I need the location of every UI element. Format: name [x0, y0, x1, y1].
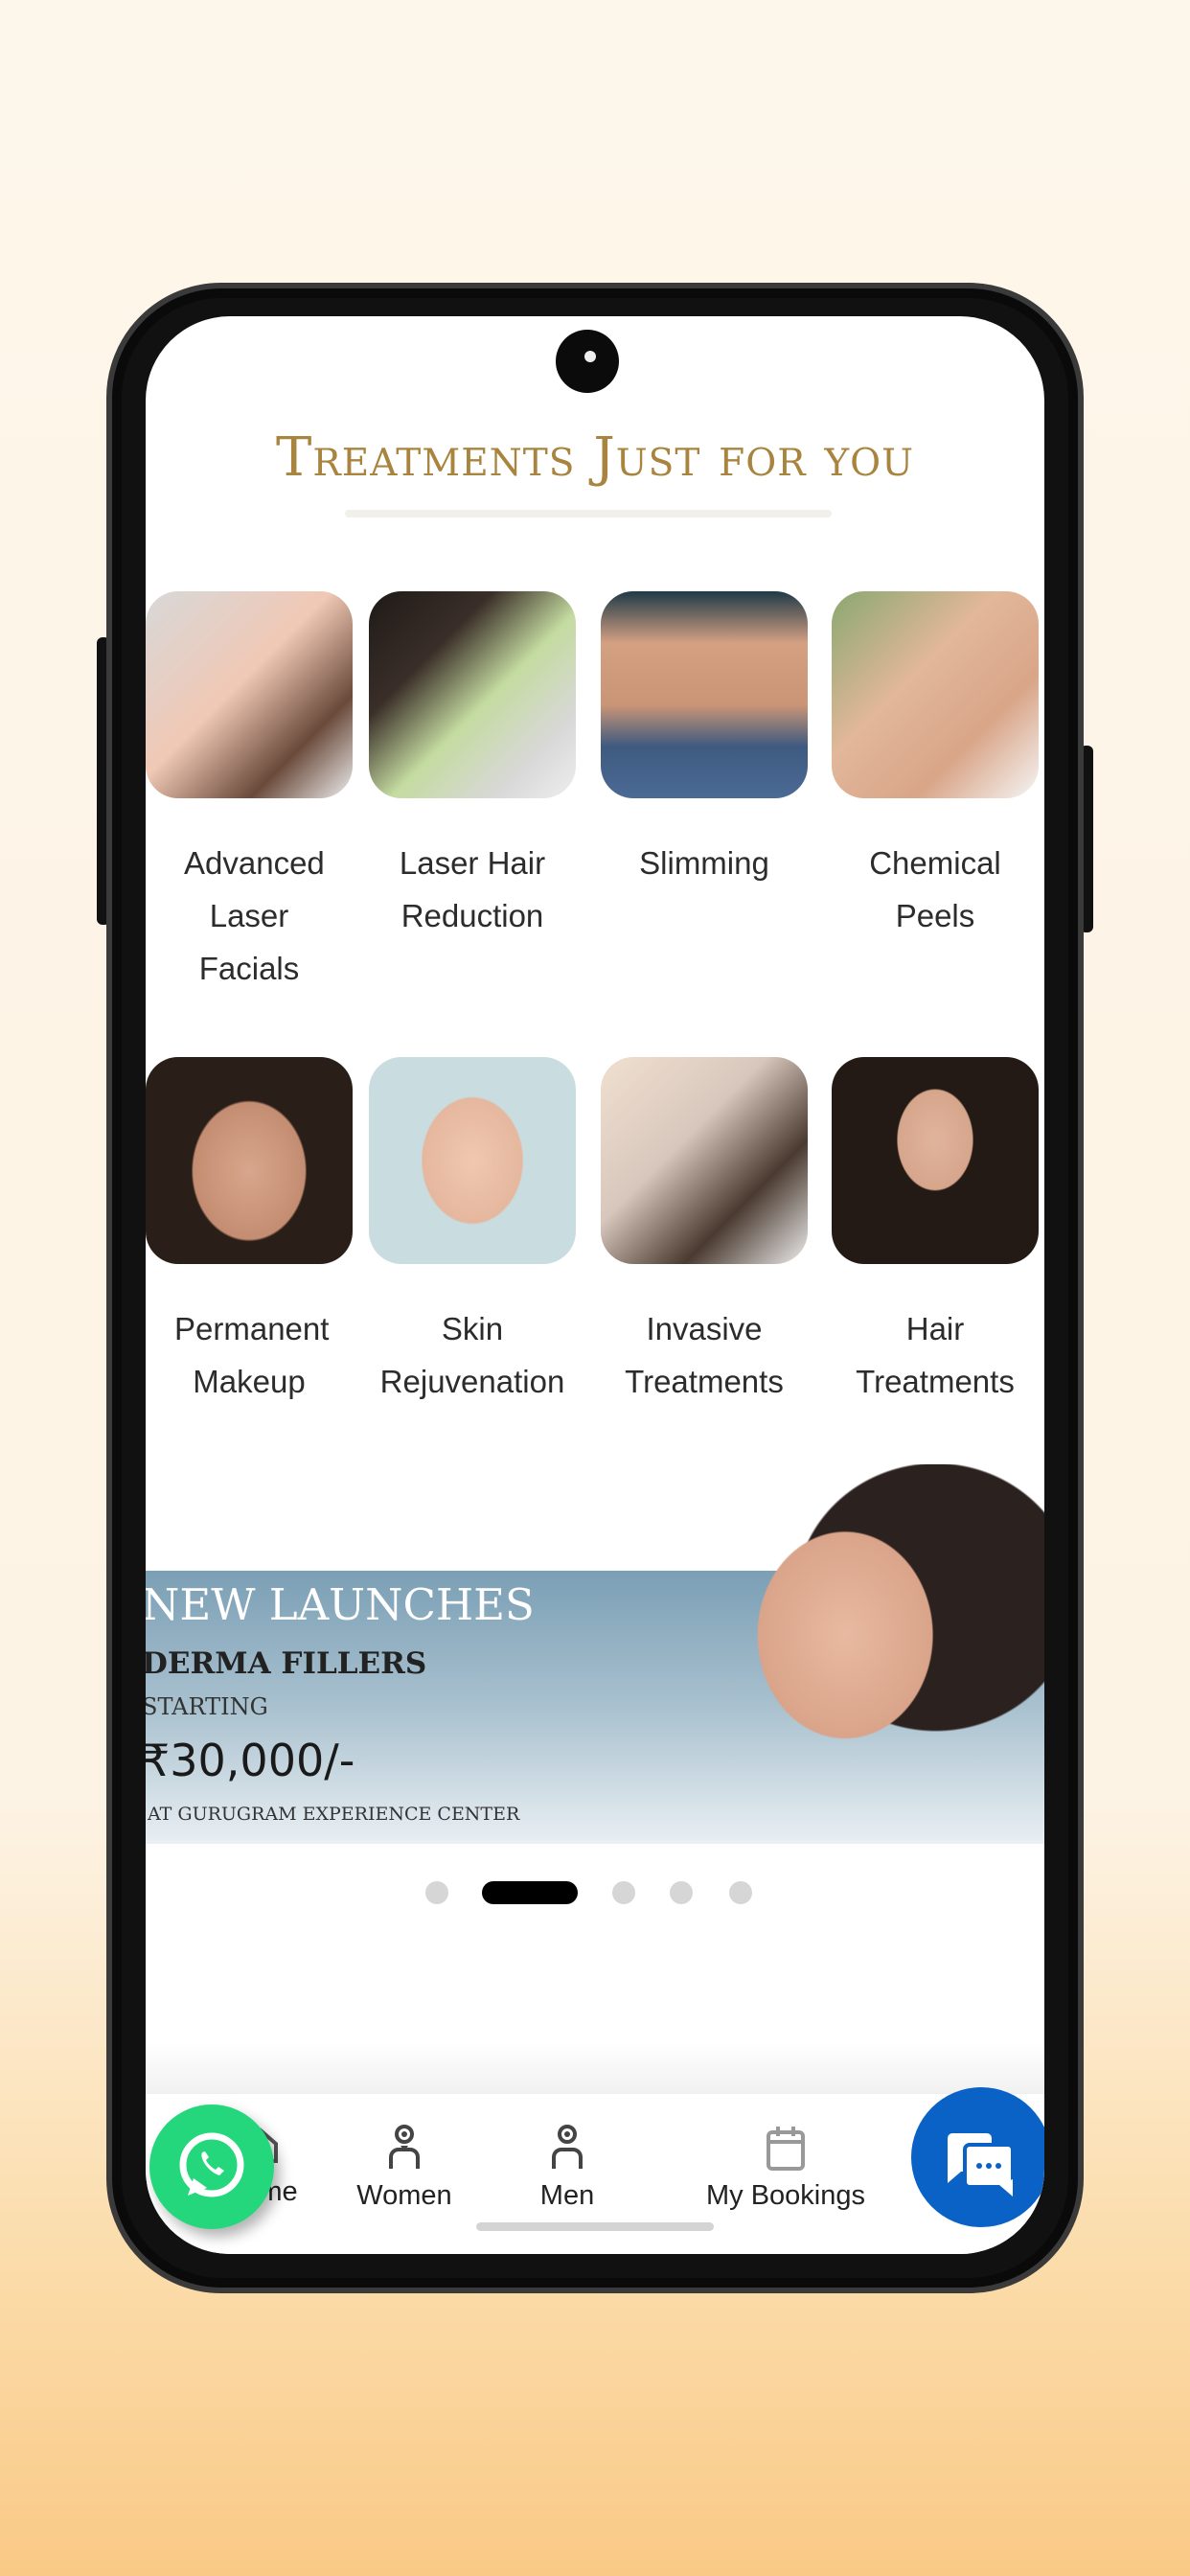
carousel-dot[interactable] — [729, 1881, 752, 1904]
camera-icon — [556, 330, 619, 393]
live-chat-button[interactable] — [911, 2087, 1044, 2227]
carousel-dot-active[interactable] — [482, 1881, 578, 1904]
treatment-image — [369, 1057, 576, 1264]
treatment-label: Invasive Treatments — [625, 1311, 784, 1399]
banner-product: DERMA FILLERS — [146, 1646, 427, 1681]
banner-location: AT GURUGRAM EXPERIENCE CENTER — [148, 1804, 520, 1825]
treatment-label: Skin Rejuvenation — [379, 1311, 565, 1399]
whatsapp-button[interactable] — [149, 2104, 274, 2229]
treatment-image — [146, 1057, 353, 1264]
nav-men-label: Men — [539, 2180, 595, 2211]
treatment-label: Hair Treatments — [856, 1311, 1015, 1399]
banner-price: ₹30,000/- — [146, 1735, 355, 1786]
nav-shadow — [146, 2041, 1044, 2093]
treatment-label: Laser Hair Reduction — [399, 845, 546, 933]
whatsapp-icon — [179, 2132, 244, 2197]
woman-icon — [389, 2125, 420, 2169]
treatment-image — [369, 591, 576, 798]
banner-headline: NEW LAUNCHES — [146, 1579, 535, 1630]
man-icon — [552, 2125, 583, 2169]
nav-women[interactable]: Women — [337, 2123, 471, 2212]
chat-bubbles-icon — [948, 2133, 1015, 2196]
treatment-card[interactable]: Permanent Makeup — [146, 1057, 353, 1408]
treatment-image — [832, 591, 1039, 798]
treatment-label: Advanced Laser Facials — [184, 845, 325, 986]
treatment-card[interactable]: Skin Rejuvenation — [369, 1057, 576, 1408]
treatment-card[interactable]: Laser Hair Reduction — [369, 591, 576, 942]
nav-bookings-label: My Bookings — [705, 2180, 865, 2211]
home-indicator[interactable] — [476, 2222, 714, 2231]
treatment-image — [146, 591, 353, 798]
nav-men[interactable]: Men — [510, 2123, 625, 2212]
calendar-icon — [767, 2127, 805, 2171]
treatment-card[interactable]: Slimming — [601, 591, 808, 889]
treatment-card[interactable]: Hair Treatments — [832, 1057, 1039, 1408]
carousel-dot[interactable] — [425, 1881, 448, 1904]
treatment-image — [601, 1057, 808, 1264]
treatment-card[interactable]: Invasive Treatments — [601, 1057, 808, 1408]
carousel-dot[interactable] — [612, 1881, 635, 1904]
treatment-label: Chemical Peels — [869, 845, 1001, 933]
banner-starting: STARTING — [146, 1693, 268, 1720]
title-underline — [345, 510, 832, 518]
nav-women-label: Women — [356, 2180, 452, 2211]
treatment-card[interactable]: Chemical Peels — [832, 591, 1039, 942]
treatment-image — [832, 1057, 1039, 1264]
section-title: Treatments Just for you — [276, 426, 914, 489]
treatment-label: Slimming — [639, 845, 769, 881]
treatment-image — [601, 591, 808, 798]
app-screen: Treatments Just for you Advanced Laser F… — [146, 316, 1044, 2254]
treatment-card[interactable]: Advanced Laser Facials — [146, 591, 353, 995]
carousel-dot[interactable] — [670, 1881, 693, 1904]
banner-image — [682, 1464, 1044, 1844]
nav-my-bookings[interactable]: My Bookings — [671, 2123, 901, 2212]
treatment-label: Permanent Makeup — [174, 1311, 330, 1399]
